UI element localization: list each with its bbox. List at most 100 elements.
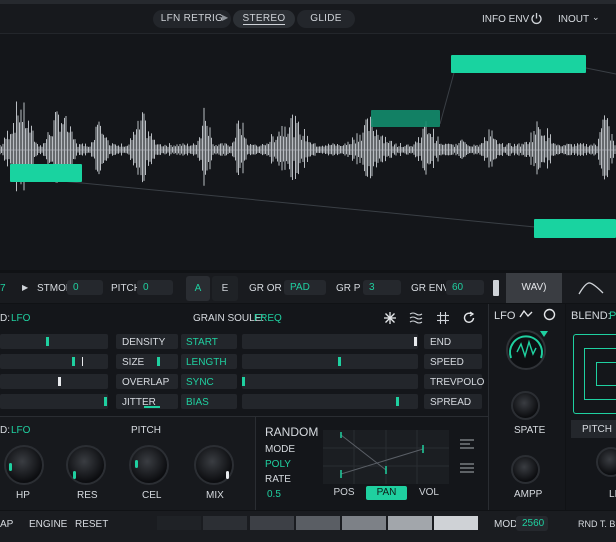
mix-knob[interactable]: [194, 445, 234, 485]
envelope-shape-icon[interactable]: [578, 281, 604, 295]
slider-thumb: [72, 357, 75, 366]
trevpolo-label: TREVPOLO: [430, 377, 485, 388]
grain-slider-3[interactable]: [0, 374, 108, 389]
random-graph[interactable]: [323, 430, 449, 484]
divider: [488, 304, 489, 510]
blend-frame-core: [596, 362, 616, 386]
grain-mod-value[interactable]: LFO: [11, 313, 30, 324]
ap-button[interactable]: AP: [0, 519, 13, 530]
slider-tick: [82, 357, 83, 366]
play-icon: ▶: [222, 13, 229, 22]
filter-pitch-label: PITCH: [131, 425, 161, 436]
pitch-field[interactable]: 0: [137, 280, 173, 295]
grain-slider-1[interactable]: [0, 334, 108, 349]
density-label: DENSITY: [122, 337, 166, 348]
li-label: LI: [609, 489, 616, 500]
stereo-toggle[interactable]: STEREO: [233, 10, 295, 28]
gr-pj-field[interactable]: 3: [363, 280, 401, 295]
cel-knob[interactable]: [129, 445, 169, 485]
overlap-label: OVERLAP: [122, 377, 170, 388]
glide-label: GLIDE: [310, 13, 342, 24]
bias-slider[interactable]: [242, 394, 418, 409]
preset-slot-5[interactable]: [342, 516, 386, 530]
scroll-handle[interactable]: [493, 280, 499, 296]
engine-button[interactable]: ENGINE: [29, 519, 67, 530]
preset-slot-4[interactable]: [296, 516, 340, 530]
refresh-icon[interactable]: [462, 311, 476, 325]
rate-value[interactable]: 0.5: [267, 489, 281, 500]
blend-value[interactable]: P: [609, 310, 616, 322]
list-icon[interactable]: [459, 462, 475, 474]
cycle-icon[interactable]: [543, 308, 556, 321]
tab-pos[interactable]: POS: [325, 486, 363, 500]
stmod-value: 0: [73, 282, 79, 293]
grain-region-2[interactable]: [371, 110, 440, 127]
glide-toggle[interactable]: GLIDE: [297, 10, 355, 28]
envelope-line-3: [585, 67, 616, 75]
gr-env-field[interactable]: 60: [446, 280, 484, 295]
res-knob[interactable]: [66, 445, 106, 485]
snowflake-icon[interactable]: [383, 311, 397, 325]
waveform-canvas: [0, 55, 616, 238]
grid-icon[interactable]: [436, 311, 450, 325]
wave-tab[interactable]: WAV): [506, 273, 562, 303]
pitch-right-label: PITCH: [582, 424, 612, 435]
tab-pan[interactable]: PAN: [366, 486, 407, 500]
ampp-label: AMPP: [514, 489, 543, 500]
lfn-retrig-toggle[interactable]: LFN RETRIG: [153, 10, 231, 28]
mode-value[interactable]: POLY: [265, 459, 291, 470]
hp-knob[interactable]: [4, 445, 44, 485]
grain-source-value[interactable]: FREQ: [254, 313, 282, 324]
play-icon-2[interactable]: ▶: [22, 283, 28, 292]
gr-or-field[interactable]: PAD: [284, 280, 326, 295]
length-slider[interactable]: [242, 354, 418, 369]
ampp-knob[interactable]: [511, 455, 540, 484]
a-button[interactable]: A: [186, 276, 210, 301]
gr-or-label: GR OR: [249, 283, 282, 294]
end-label: END: [430, 337, 452, 348]
wave-tab-label: WAV): [521, 282, 547, 293]
top-strip: [0, 0, 616, 4]
gr-pj-value: 3: [369, 282, 375, 293]
cel-label: CEL: [142, 490, 162, 501]
spread-label: SPREAD: [430, 397, 472, 408]
wave-shape-icon[interactable]: [519, 309, 533, 319]
footer-mod-label: MOD: [494, 519, 518, 530]
preset-slot-6[interactable]: [388, 516, 432, 530]
slider-thumb: [157, 357, 160, 366]
footer-mod-value: 2560: [522, 518, 545, 529]
info-env-button[interactable]: INFO ENV: [482, 14, 529, 25]
bars-icon[interactable]: [459, 438, 475, 450]
footer-mod-field[interactable]: 2560: [516, 516, 548, 531]
rnd-button[interactable]: RND T. BL: [578, 519, 616, 529]
power-icon[interactable]: [530, 12, 543, 25]
grain-slider-2[interactable]: [0, 354, 108, 369]
waveform-display[interactable]: [0, 34, 616, 270]
size-label: SIZE: [122, 357, 145, 368]
preset-slot-2[interactable]: [203, 516, 247, 530]
stmod-field[interactable]: 0: [67, 280, 103, 295]
slider-thumb: [46, 337, 49, 346]
a-label: A: [194, 283, 202, 294]
e-button[interactable]: E: [212, 276, 238, 301]
sync-slider[interactable]: [242, 374, 418, 389]
preset-slot-3[interactable]: [250, 516, 294, 530]
grain-region-4[interactable]: [534, 219, 616, 238]
res-label: RES: [77, 490, 98, 501]
filter-mod-value[interactable]: LFO: [11, 425, 30, 436]
grain-slider-4[interactable]: [0, 394, 108, 409]
tab-vol[interactable]: VOL: [410, 486, 448, 500]
grain-region-3[interactable]: [10, 164, 82, 182]
grain-region-1[interactable]: [451, 55, 586, 73]
spate-knob[interactable]: [511, 391, 540, 420]
inout-button[interactable]: INOUT: [558, 14, 589, 25]
start-slider[interactable]: [242, 334, 418, 349]
waves-icon[interactable]: [409, 311, 423, 325]
tab-pan-label: PAN: [376, 487, 397, 498]
gr-env-value: 60: [452, 282, 464, 293]
reset-button[interactable]: RESET: [75, 519, 108, 530]
preset-slot-7[interactable]: [434, 516, 478, 530]
preset-slot-1[interactable]: [157, 516, 201, 530]
blend-label: BLEND:: [571, 310, 611, 322]
slider-thumb: [338, 357, 341, 366]
